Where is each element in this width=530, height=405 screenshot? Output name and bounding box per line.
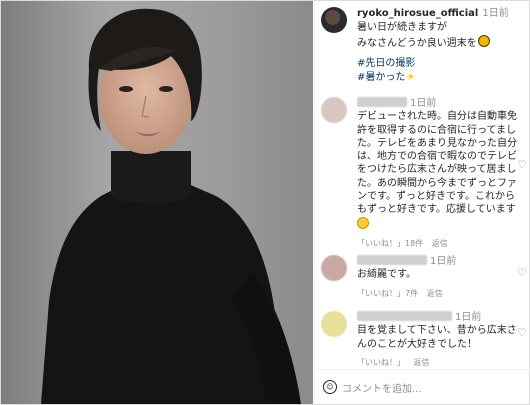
- smile-emoji-icon: [357, 216, 369, 229]
- hashtag-2[interactable]: #暑かった☀: [357, 71, 527, 85]
- comment-reply-button[interactable]: 返信: [432, 239, 448, 248]
- author-avatar[interactable]: [321, 7, 347, 33]
- hashtag-1[interactable]: #先日の撮影: [357, 57, 527, 71]
- comment-body: 1日前 お綺麗です。 「いいね！」7件 返信: [357, 255, 517, 300]
- post-container: ryoko_hirosue_official 1日前 暑い日が続きますが みなさん…: [0, 0, 530, 405]
- comment-actions: 「いいね！」 返信: [357, 356, 517, 369]
- like-heart-icon[interactable]: ♡: [517, 267, 529, 279]
- comment-text: お綺麗です。: [357, 269, 416, 281]
- comment-time[interactable]: 1日前: [430, 256, 456, 267]
- bee-emoji-icon: [477, 35, 490, 47]
- commenter-name-blurred[interactable]: [357, 97, 407, 107]
- comments-panel: ryoko_hirosue_official 1日前 暑い日が続きますが みなさん…: [314, 1, 530, 404]
- commenter-avatar[interactable]: [321, 97, 347, 123]
- sun-emoji-icon: ☀: [406, 72, 416, 83]
- comment-body: 1日前 デビューされた時。自分は自動車免許を取得するのに合宿に行ってました。テレ…: [357, 97, 517, 250]
- comment-like-count[interactable]: 「いいね！」7件: [357, 289, 418, 298]
- comment-time[interactable]: 1日前: [455, 312, 481, 323]
- comment-actions: 「いいね！」7件 返信: [357, 287, 517, 300]
- like-heart-icon[interactable]: ♡: [517, 159, 529, 171]
- portrait-image: [1, 1, 313, 404]
- comment-like-count[interactable]: 「いいね！」: [357, 358, 405, 367]
- post-photo[interactable]: [1, 1, 313, 404]
- comment-text: デビューされた時。自分は自動車免許を取得するのに合宿に行ってました。テレビをあま…: [357, 111, 517, 216]
- comment-time[interactable]: 1日前: [410, 98, 436, 109]
- comment-reply-button[interactable]: 返信: [414, 358, 430, 367]
- caption-line-1: 暑い日が続きますが: [357, 22, 447, 33]
- add-comment-bar: ☺ コメントを追加...: [315, 369, 530, 404]
- comment-text: 目を覚まして下さい、昔から広末さんのことが大好きでした！: [357, 325, 517, 350]
- author-username[interactable]: ryoko_hirosue_official: [357, 8, 478, 19]
- commenter-name-blurred[interactable]: [357, 311, 452, 321]
- emoji-picker-icon[interactable]: ☺: [323, 380, 337, 394]
- hashtag-2-text: #暑かった: [357, 72, 406, 83]
- caption-block: ryoko_hirosue_official 1日前 暑い日が続きますが みなさん…: [357, 7, 527, 85]
- caption-line-2: みなさんどうか良い週末を: [357, 35, 527, 51]
- comment-body: 1日前 目を覚まして下さい、昔から広末さんのことが大好きでした！ 「いいね！」 …: [357, 311, 517, 369]
- like-heart-icon[interactable]: ♡: [517, 327, 529, 339]
- commenter-avatar[interactable]: [321, 255, 347, 281]
- commenter-name-blurred[interactable]: [357, 255, 427, 265]
- post-time[interactable]: 1日前: [482, 8, 508, 19]
- commenter-avatar[interactable]: [321, 311, 347, 337]
- caption-line-2-text: みなさんどうか良い週末を: [357, 38, 477, 49]
- add-comment-input[interactable]: コメントを追加...: [342, 380, 422, 395]
- comment-actions: 「いいね！」18件 返信: [357, 237, 517, 250]
- comment-reply-button[interactable]: 返信: [427, 289, 443, 298]
- comment-like-count[interactable]: 「いいね！」18件: [357, 239, 423, 248]
